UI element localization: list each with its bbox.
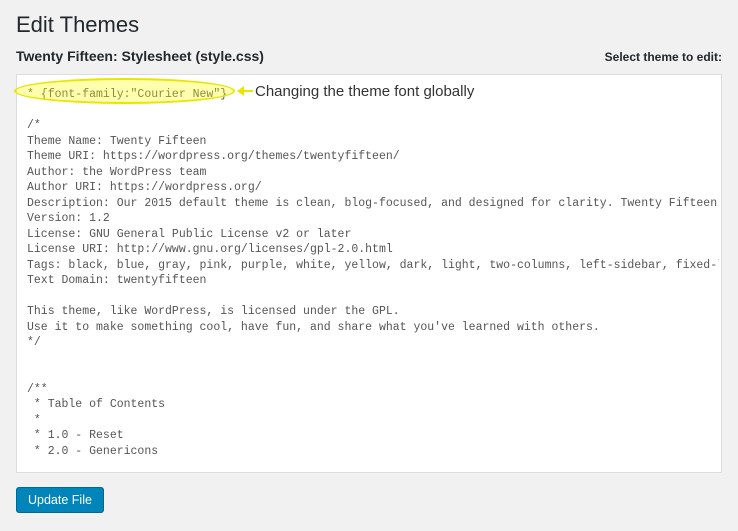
editor-container: Changing the theme font globally — [16, 74, 722, 473]
page-title: Edit Themes — [16, 12, 722, 38]
file-title: Twenty Fifteen: Stylesheet (style.css) — [16, 48, 264, 64]
update-file-button[interactable]: Update File — [16, 487, 104, 513]
code-editor[interactable] — [23, 81, 719, 463]
file-header-row: Twenty Fifteen: Stylesheet (style.css) S… — [16, 48, 722, 64]
select-theme-label: Select theme to edit: — [605, 50, 722, 64]
